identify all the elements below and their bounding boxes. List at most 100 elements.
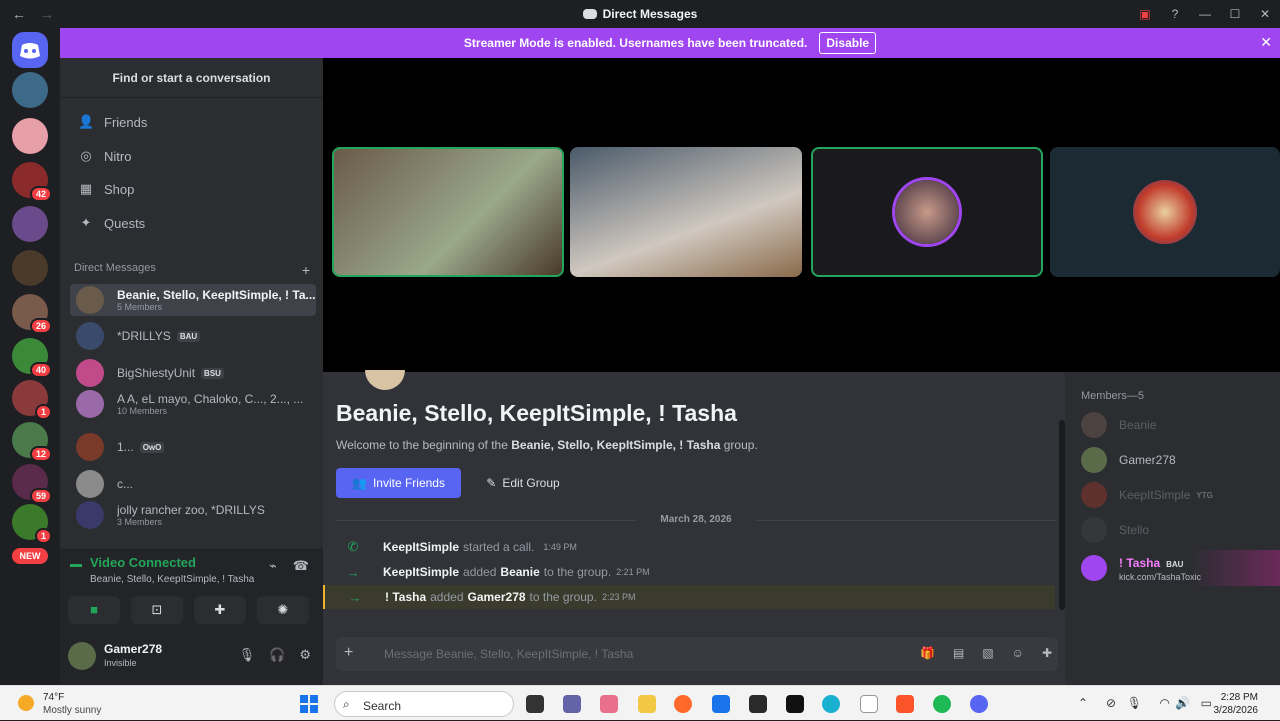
video-tile[interactable] — [570, 147, 802, 277]
server-icon[interactable]: 59 — [12, 464, 52, 504]
camera-button[interactable]: ■ — [68, 596, 120, 624]
invite-friends-button[interactable]: 👥 Invite Friends — [336, 468, 461, 498]
disable-streamer-button[interactable]: Disable — [819, 32, 877, 54]
mail-icon[interactable] — [712, 695, 730, 713]
member-item[interactable]: KeepItSimple YTG — [1081, 480, 1280, 510]
gif-icon[interactable]: ▤ — [953, 646, 964, 660]
server-icon[interactable]: 1 — [12, 504, 52, 544]
dm-item[interactable]: *DRILLYS BAU — [70, 320, 316, 352]
message-actor[interactable]: ! Tasha — [385, 590, 426, 604]
battery-icon[interactable]: ▭ — [1201, 696, 1212, 710]
message-input[interactable]: Message Beanie, Stello, KeepItSimple, ! … — [384, 647, 633, 661]
microphone-icon[interactable]: 🎙 — [239, 647, 256, 662]
clock[interactable]: 2:28 PM 3/28/2026 — [1214, 691, 1259, 717]
discord-icon — [582, 9, 597, 19]
volume-icon[interactable]: 🔊 — [1175, 696, 1190, 710]
dm-item[interactable]: Beanie, Stello, KeepItSimple, ! Ta... 5 M… — [70, 284, 316, 316]
video-tile[interactable] — [1050, 147, 1280, 277]
server-icon[interactable] — [12, 250, 48, 286]
dm-item[interactable]: jolly rancher zoo, *DRILLYS 3 Members — [70, 499, 316, 531]
sidebar-item-quests[interactable]: ✦ Quests — [70, 207, 313, 239]
video-tile[interactable] — [332, 147, 564, 277]
gear-icon[interactable]: ⚙ — [299, 647, 311, 662]
maximize-icon[interactable]: ☐ — [1220, 7, 1250, 21]
message-action: added — [430, 590, 464, 604]
taskbar-search[interactable]: ⌕ Search — [334, 691, 514, 717]
wifi-icon[interactable]: ◠ — [1160, 696, 1170, 710]
file-explorer-icon[interactable] — [526, 695, 544, 713]
close-icon[interactable]: ✕ — [1260, 34, 1272, 51]
sticker-icon[interactable]: ▧ — [982, 646, 993, 660]
apps-icon[interactable]: ✚ — [1042, 646, 1052, 660]
voice-status-text[interactable]: Video Connected — [90, 555, 196, 570]
close-window-icon[interactable]: ✕ — [1250, 7, 1280, 21]
teams-icon[interactable] — [563, 695, 581, 713]
dm-name: c... — [117, 477, 134, 491]
dm-name: jolly rancher zoo, *DRILLYS — [117, 503, 265, 517]
microphone-icon[interactable]: 🎙 — [1127, 696, 1142, 710]
emoji-icon[interactable]: ☺ — [1012, 646, 1024, 660]
server-icon[interactable]: 40 — [12, 338, 52, 378]
gift-icon[interactable]: 🎁 — [920, 646, 935, 660]
server-icon[interactable] — [12, 72, 48, 108]
inbox-icon[interactable]: ▣ — [1130, 7, 1160, 21]
soundboard-button[interactable]: ✺ — [257, 596, 309, 624]
dropbox-icon[interactable] — [749, 695, 767, 713]
attach-icon[interactable]: + — [344, 644, 353, 662]
dm-item[interactable]: 1... OwO — [70, 431, 316, 463]
dm-item[interactable]: BigShiestyUnit BSU — [70, 357, 316, 389]
find-conversation-bar[interactable]: Find or start a conversation — [60, 58, 323, 98]
message-target[interactable]: Beanie — [500, 565, 539, 579]
sidebar-item-nitro[interactable]: ◎ Nitro — [70, 140, 313, 172]
avatar — [76, 390, 104, 418]
notepad-icon[interactable] — [860, 695, 878, 713]
video-tile[interactable] — [811, 147, 1043, 277]
server-icon[interactable]: 42 — [12, 162, 52, 202]
vpn-icon[interactable]: ⊘ — [1106, 696, 1116, 710]
spotify-icon[interactable] — [933, 695, 951, 713]
sun-icon — [18, 695, 34, 711]
brave-icon[interactable] — [896, 695, 914, 713]
message-target[interactable]: Gamer278 — [468, 590, 526, 604]
server-icon[interactable] — [12, 118, 48, 154]
discord-taskbar-icon[interactable] — [970, 695, 988, 713]
firefox-icon[interactable] — [674, 695, 692, 713]
friends-icon: 👤 — [78, 114, 95, 129]
server-icon[interactable] — [12, 206, 48, 242]
headphones-icon[interactable]: 🎧 — [269, 647, 285, 662]
server-icon[interactable]: 12 — [12, 422, 52, 462]
disconnect-icon[interactable]: ☎ — [293, 558, 309, 573]
edge-icon[interactable] — [822, 695, 840, 713]
activities-button[interactable]: ✚ — [194, 596, 246, 624]
home-button[interactable] — [12, 32, 48, 68]
copilot-icon[interactable] — [600, 695, 618, 713]
screen-share-button[interactable]: ⊡ — [131, 596, 183, 624]
message-time: 2:23 PM — [601, 592, 636, 602]
username[interactable]: Gamer278 — [104, 642, 162, 656]
member-item[interactable]: Gamer278 — [1081, 445, 1280, 475]
server-icon[interactable]: 1 — [12, 380, 52, 420]
server-icon[interactable]: 26 — [12, 294, 52, 334]
windows-start-icon[interactable] — [300, 695, 318, 713]
member-item[interactable]: Beanie — [1081, 410, 1280, 440]
dm-name: A A, eL mayo, Chaloko, C..., 2..., ... — [117, 392, 304, 406]
help-icon[interactable]: ? — [1160, 7, 1190, 21]
dm-item[interactable]: c... — [70, 468, 316, 500]
voice-channel[interactable]: Beanie, Stello, KeepItSimple, ! Tasha — [90, 574, 254, 585]
notion-icon[interactable] — [786, 695, 804, 713]
create-dm-icon[interactable]: + — [302, 262, 310, 278]
avatar[interactable] — [68, 642, 96, 670]
avatar — [1081, 412, 1107, 438]
edit-group-button[interactable]: ✎ Edit Group — [473, 468, 573, 498]
dm-item[interactable]: A A, eL mayo, Chaloko, C..., 2..., ... 10… — [70, 388, 316, 420]
folder-icon[interactable] — [638, 695, 656, 713]
member-item[interactable]: ! Tasha BAU kick.com/TashaToxic — [1081, 550, 1280, 586]
minimize-icon[interactable]: — — [1190, 7, 1220, 21]
noise-suppression-icon[interactable]: ⌁ — [269, 558, 277, 573]
member-item[interactable]: Stello — [1081, 515, 1280, 545]
message-actor[interactable]: KeepItSimple — [383, 540, 459, 554]
sidebar-item-friends[interactable]: 👤 Friends — [70, 106, 313, 138]
sidebar-item-shop[interactable]: ▦ Shop — [70, 173, 313, 205]
chevron-up-icon[interactable]: ⌃ — [1078, 696, 1088, 710]
message-actor[interactable]: KeepItSimple — [383, 565, 459, 579]
